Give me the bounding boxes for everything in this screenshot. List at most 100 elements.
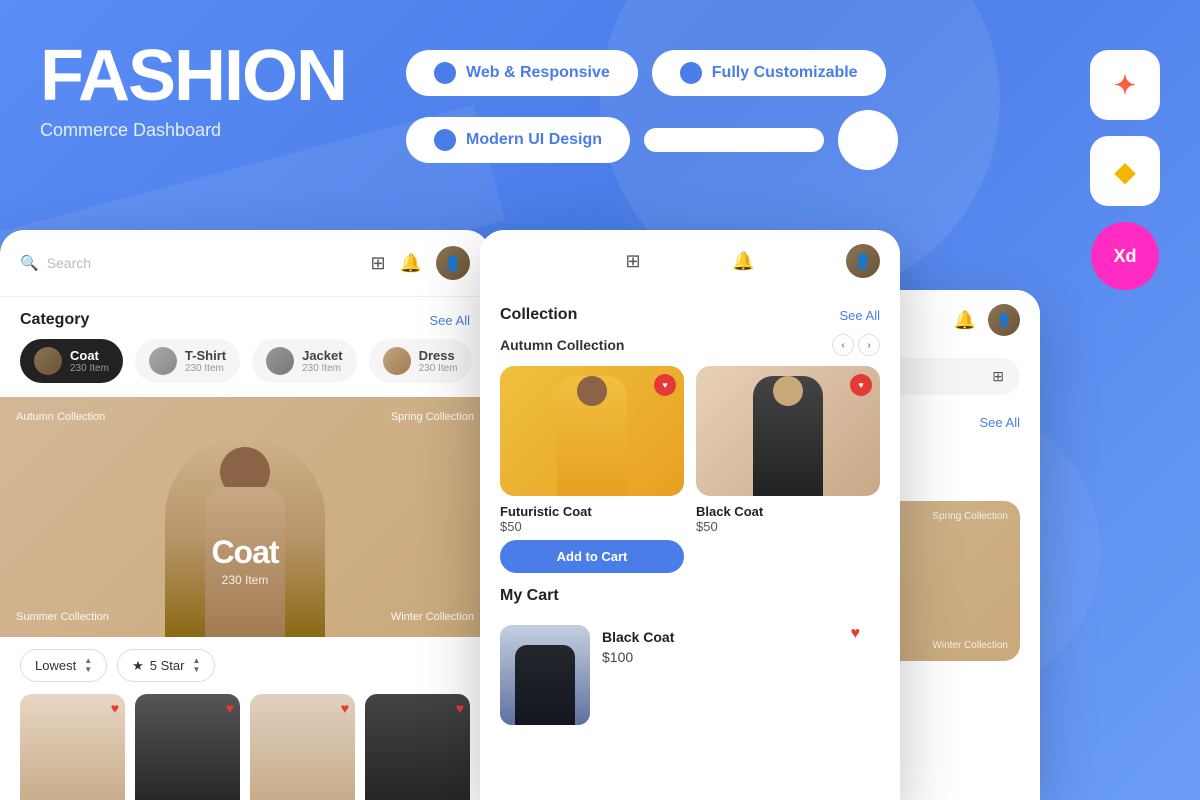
cart-item-name: Black Coat (602, 629, 880, 645)
cat-count-jacket: 230 Item (302, 363, 342, 374)
cat-count-dress: 230 Item (419, 363, 458, 374)
heart-btn-1[interactable]: ♥ (111, 700, 119, 716)
search-bar[interactable]: 🔍 Search (20, 254, 91, 272)
cat-chip-dress[interactable]: Dress 230 Item (369, 339, 472, 383)
cat-chip-tshirt[interactable]: T-Shirt 230 Item (135, 339, 240, 383)
badge-web-responsive[interactable]: Web & Responsive (406, 50, 638, 96)
prod-1-name: Futuristic Coat (500, 504, 684, 519)
right-bell-icon[interactable]: 🔔 (954, 310, 976, 331)
category-section-header: Category See All (0, 297, 490, 339)
product-card-3[interactable]: ♥ (250, 694, 355, 800)
phone-main-topbar: 🔍 Search ⊞ 🔔 👤 (0, 230, 490, 297)
add-to-cart-btn[interactable]: Add to Cart (500, 540, 684, 573)
mid-filter-icon[interactable]: ⊞ (625, 251, 640, 272)
category-title: Category (20, 311, 89, 329)
sort-down-arrow: ▼ (84, 666, 92, 674)
heart-btn-4[interactable]: ♥ (456, 700, 464, 716)
hero-center-text: Coat 230 Item (211, 534, 278, 587)
collection-title: Collection (500, 306, 577, 324)
cart-heart-btn[interactable]: ♥ (851, 625, 861, 643)
category-see-all[interactable]: See All (430, 313, 470, 328)
right-topbar-icons: 🔔 👤 (954, 304, 1020, 336)
header-area: FASHION Commerce Dashboard Web & Respons… (0, 0, 1200, 220)
nav-arrows: ‹ › (832, 334, 880, 356)
nav-next-arrow[interactable]: › (858, 334, 880, 356)
product-card-1[interactable]: ♥ (20, 694, 125, 800)
collection-section-header: Collection See All (480, 292, 900, 334)
badge-modern-ui[interactable]: Modern UI Design (406, 117, 630, 163)
prod-2-name: Black Coat (696, 504, 880, 519)
collection-card-1-info: Futuristic Coat $50 (500, 496, 684, 534)
right-filter-icon[interactable]: ⊞ (992, 368, 1004, 385)
sort-arrows: ▲ ▼ (84, 657, 92, 674)
collection-card-1: ♥ (500, 366, 684, 496)
cat-chip-coat[interactable]: Coat 230 Item (20, 339, 123, 383)
mid-avatar[interactable]: 👤 (846, 244, 880, 278)
rating-arrows: ▲ ▼ (192, 657, 200, 674)
bell-icon[interactable]: 🔔 (400, 253, 422, 274)
sort-up-arrow: ▲ (84, 657, 92, 665)
badge-dot-web (434, 62, 456, 84)
category-row: Coat 230 Item T-Shirt 230 Item Jacket 23… (0, 339, 490, 397)
figma-icon-btn[interactable]: ✦ (1090, 50, 1160, 120)
my-cart-section: My Cart Black Coat $100 ♥ (480, 587, 900, 735)
mid-bell-icon[interactable]: 🔔 (732, 251, 754, 272)
nav-prev-arrow[interactable]: ‹ (832, 334, 854, 356)
sale-badge-1: ♥ (654, 374, 676, 396)
prod-2-price: $50 (696, 519, 880, 534)
brand-section: FASHION Commerce Dashboard (40, 40, 346, 141)
hero-label-tl: Autumn Collection (16, 411, 105, 423)
collection-see-all[interactable]: See All (840, 308, 880, 323)
product-card-4[interactable]: ♥ (365, 694, 470, 800)
cat-name-dress: Dress (419, 348, 458, 363)
product-card-2[interactable]: ♥ (135, 694, 240, 800)
cart-item-info: Black Coat $100 (602, 625, 880, 665)
cart-item-1[interactable]: Black Coat $100 ♥ (500, 615, 880, 735)
badges-section: Web & Responsive Fully Customizable Mode… (406, 50, 898, 170)
badge-fully-customizable[interactable]: Fully Customizable (652, 50, 886, 96)
collection-subtitle-row: Autumn Collection ‹ › (480, 334, 900, 366)
sketch-icon-btn[interactable]: ◆ (1090, 136, 1160, 206)
cart-item-price: $100 (602, 649, 880, 665)
badge-dot-custom (680, 62, 702, 84)
star-icon: ★ (132, 658, 144, 674)
brand-subtitle: Commerce Dashboard (40, 120, 346, 141)
search-placeholder: Search (47, 255, 91, 271)
hero-subtitle: 230 Item (211, 573, 278, 587)
brand-title: FASHION (40, 40, 346, 112)
badges-row-2: Modern UI Design (406, 110, 898, 170)
badge-modern-label: Modern UI Design (466, 131, 602, 149)
right-avatar[interactable]: 👤 (988, 304, 1020, 336)
cat-name-coat: Coat (70, 348, 109, 363)
hero-label-bl: Summer Collection (16, 611, 109, 623)
search-icon: 🔍 (20, 254, 39, 272)
user-avatar[interactable]: 👤 (436, 246, 470, 280)
figma-icon: ✦ (1114, 70, 1136, 101)
content-area: 🔍 Search ⊞ 🔔 👤 Category See All Coat 230… (0, 230, 1200, 800)
cart-title: My Cart (500, 587, 559, 605)
collection-item-2[interactable]: ♥ Black Coat $50 (696, 366, 880, 573)
sale-badge-2: ♥ (850, 374, 872, 396)
right-hero-tr: Spring Collection (932, 511, 1008, 522)
topbar-icons: ⊞ 🔔 👤 (370, 246, 470, 280)
badge-empty (644, 128, 824, 152)
rating-filter-pill[interactable]: ★ 5 Star ▲ ▼ (117, 649, 215, 682)
cart-section-header: My Cart (500, 587, 880, 615)
cat-count-coat: 230 Item (70, 363, 109, 374)
cart-item-image (500, 625, 590, 725)
collection-grid: ♥ Futuristic Coat $50 Add to Cart ♥ (480, 366, 900, 587)
heart-btn-2[interactable]: ♥ (226, 700, 234, 716)
prod-1-price: $50 (500, 519, 684, 534)
sort-filter-pill[interactable]: Lowest ▲ ▼ (20, 649, 107, 682)
filter-icon[interactable]: ⊞ (370, 253, 385, 274)
badges-row-1: Web & Responsive Fully Customizable (406, 50, 898, 96)
cat-chip-jacket[interactable]: Jacket 230 Item (252, 339, 356, 383)
cat-name-jacket: Jacket (302, 348, 342, 363)
collection-card-2-info: Black Coat $50 (696, 496, 880, 534)
rating-up-arrow: ▲ (192, 657, 200, 665)
right-category-see-all[interactable]: See All (980, 415, 1020, 430)
collection-item-1[interactable]: ♥ Futuristic Coat $50 Add to Cart (500, 366, 684, 573)
collection-card-2: ♥ (696, 366, 880, 496)
heart-btn-3[interactable]: ♥ (341, 700, 349, 716)
hero-banner: Autumn Collection Spring Collection Summ… (0, 397, 490, 637)
